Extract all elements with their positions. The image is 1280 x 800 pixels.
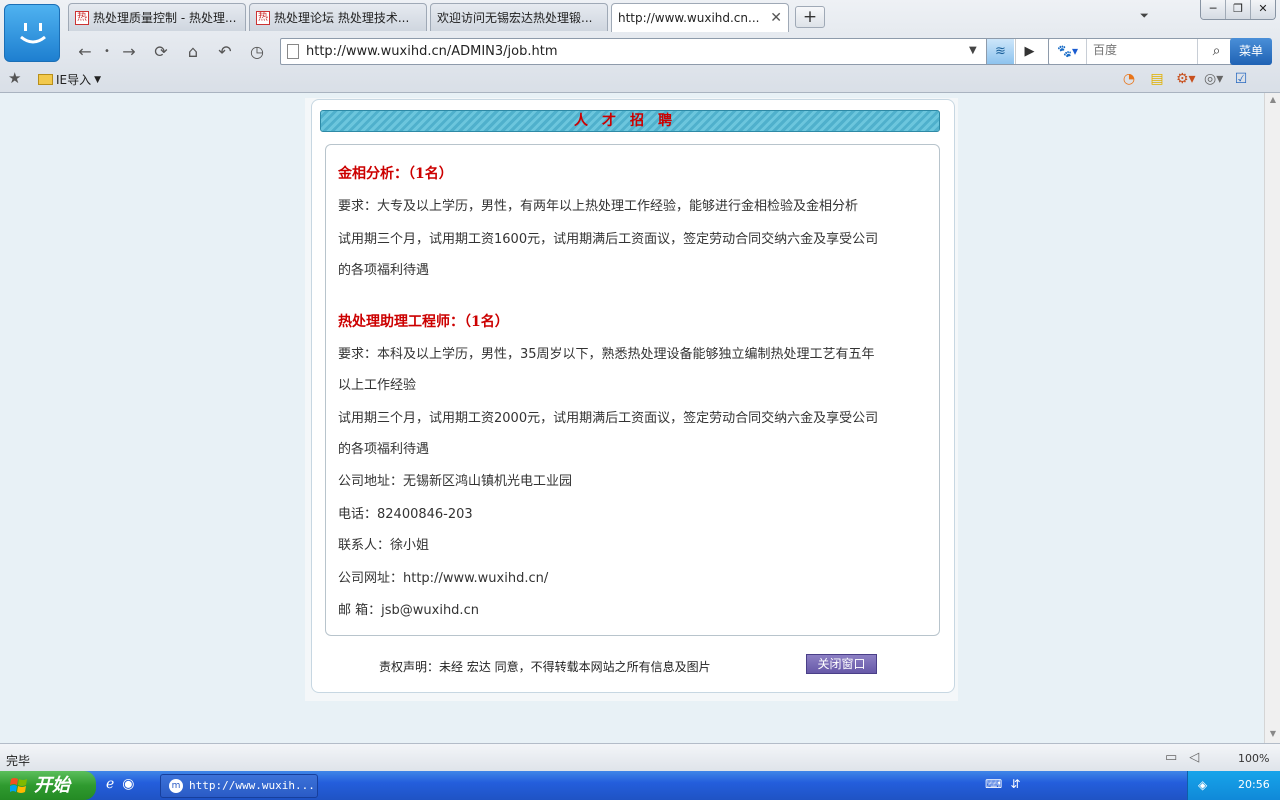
search-box: 🐾▾ ⌕ bbox=[1048, 38, 1236, 65]
status-icons: ▭ ◁ bbox=[1165, 750, 1199, 765]
chevron-down-icon: ▼ bbox=[94, 74, 102, 85]
url-text[interactable]: http://www.wuxihd.cn/ADMIN3/job.htm bbox=[306, 44, 558, 59]
status-bar: 完毕 ▭ ◁ 100% bbox=[0, 743, 1280, 771]
contact-person: 联系人：徐小姐 bbox=[338, 538, 430, 553]
job-title-assistant-engineer: 热处理助理工程师：（1名） bbox=[338, 314, 509, 330]
job-title-metallography: 金相分析：（1名） bbox=[338, 166, 453, 182]
contact-email: 邮 箱：jsb@wuxihd.cn bbox=[338, 603, 479, 618]
tab-list-dropdown-icon[interactable]: ⏷ bbox=[1140, 9, 1149, 23]
tray-app-icon[interactable]: ◈ bbox=[1198, 778, 1207, 792]
task-label: http://www.wuxih... bbox=[189, 779, 315, 792]
tab-strip: 热 热处理质量控制 - 热处理... 热 热处理论坛 热处理技术... 欢迎访问… bbox=[68, 3, 792, 32]
menu-button[interactable]: 菜单 bbox=[1230, 38, 1272, 65]
restore-icon[interactable]: ❐ bbox=[1226, 0, 1251, 19]
tools-icon[interactable]: ⚙▾ bbox=[1176, 70, 1196, 88]
status-text: 完毕 bbox=[6, 754, 31, 768]
job-panel: 人才招聘 金相分析：（1名） 要求：大专及以上学历，男性，有两年以上热处理工作经… bbox=[311, 99, 955, 693]
tab-welcome-wuxi-hongda[interactable]: 欢迎访问无锡宏达热处理锻... bbox=[430, 3, 608, 31]
ie-quicklaunch-icon[interactable]: ℯ bbox=[106, 776, 114, 792]
speaker-icon[interactable]: ◁ bbox=[1189, 750, 1199, 765]
job-line: 的各项福利待遇 bbox=[338, 442, 430, 457]
new-tab-button[interactable]: + bbox=[795, 6, 825, 28]
tab-label: http://www.wuxihd.cn... bbox=[618, 11, 760, 25]
job-line: 试用期三个月，试用期工资2000元，试用期满后工资面议，签定劳动合同交纳六金及享… bbox=[338, 411, 879, 426]
rss-icon[interactable]: ◔ bbox=[1120, 70, 1138, 88]
job-line: 要求：大专及以上学历，男性，有两年以上热处理工作经验，能够进行金相检验及金相分析 bbox=[338, 199, 859, 214]
scroll-down-icon[interactable]: ▼ bbox=[1267, 729, 1279, 741]
clock: 20:56 bbox=[1238, 778, 1270, 791]
history-clock-icon[interactable]: ◷ bbox=[244, 40, 270, 64]
favorites-folder-ie-import[interactable]: IE导入 ▼ bbox=[38, 71, 101, 88]
start-label: 开始 bbox=[34, 775, 70, 796]
tab-heat-treatment-quality[interactable]: 热 热处理质量控制 - 热处理... bbox=[68, 3, 246, 31]
forward-arrow-icon[interactable]: → bbox=[116, 40, 142, 64]
screenshot-icon[interactable]: ◎▾ bbox=[1204, 70, 1223, 88]
zoom-level[interactable]: 100% bbox=[1238, 752, 1269, 765]
browser-chrome: 热 热处理质量控制 - 热处理... 热 热处理论坛 热处理技术... 欢迎访问… bbox=[0, 0, 1280, 93]
job-content-box: 金相分析：（1名） 要求：大专及以上学历，男性，有两年以上热处理工作经验，能够进… bbox=[325, 144, 940, 636]
search-input[interactable] bbox=[1093, 43, 1193, 57]
close-window-button[interactable]: 关闭窗口 bbox=[806, 654, 877, 674]
refresh-icon[interactable]: ⟳ bbox=[148, 40, 174, 64]
panel-title-bar: 人才招聘 bbox=[320, 110, 940, 132]
address-dropdown-icon[interactable]: ▼ bbox=[969, 45, 977, 56]
language-bar: ⌨ ⇵ bbox=[985, 777, 1020, 791]
page-status-icon[interactable]: ▭ bbox=[1165, 750, 1177, 765]
close-window-icon[interactable]: ✕ bbox=[1251, 0, 1275, 19]
window-controls: ─ ❐ ✕ bbox=[1200, 0, 1276, 20]
contact-address: 公司地址：无锡新区鸿山镇机光电工业园 bbox=[338, 474, 573, 489]
minimize-icon[interactable]: ─ bbox=[1201, 0, 1226, 19]
page-title: 人才招聘 bbox=[574, 113, 686, 129]
security-icon[interactable]: ☑ bbox=[1232, 70, 1250, 88]
address-bar[interactable]: http://www.wuxihd.cn/ADMIN3/job.htm ▼ ≋ … bbox=[280, 38, 1106, 65]
job-line: 的各项福利待遇 bbox=[338, 263, 430, 278]
search-engine-paw-icon[interactable]: 🐾▾ bbox=[1049, 39, 1087, 64]
folder-icon bbox=[38, 74, 53, 85]
scroll-up-icon[interactable]: ▲ bbox=[1267, 95, 1279, 107]
taskbar-window-button[interactable]: m http://www.wuxih... bbox=[160, 774, 318, 798]
folder-label: IE导入 bbox=[56, 73, 92, 87]
vertical-scrollbar[interactable]: ▲ ▼ bbox=[1264, 93, 1280, 743]
job-line: 以上工作经验 bbox=[338, 378, 417, 393]
site-favicon-icon: 热 bbox=[75, 10, 89, 25]
tab-active-job-page[interactable]: http://www.wuxihd.cn... ✕ bbox=[611, 3, 789, 32]
tab-label: 热处理论坛 热处理技术... bbox=[274, 11, 410, 25]
keyboard-icon[interactable]: ⌨ bbox=[985, 777, 1002, 791]
tab-close-icon[interactable]: ✕ bbox=[770, 10, 782, 26]
tab-label: 欢迎访问无锡宏达热处理锻... bbox=[437, 11, 593, 25]
tab-label: 热处理质量控制 - 热处理... bbox=[93, 11, 237, 25]
start-button[interactable]: 开始 bbox=[0, 771, 96, 800]
windows-logo-icon bbox=[10, 778, 27, 793]
page-viewport: 人才招聘 金相分析：（1名） 要求：大专及以上学历，男性，有两年以上热处理工作经… bbox=[0, 93, 1280, 743]
go-arrow-icon[interactable]: ▶ bbox=[1015, 39, 1043, 64]
browser-quicklaunch-icon[interactable]: ◉ bbox=[122, 776, 134, 792]
browser-logo-icon[interactable] bbox=[4, 4, 60, 62]
home-icon[interactable]: ⌂ bbox=[180, 40, 206, 64]
toolbar-right-icons: ◔ ▤ ⚙▾ ◎▾ ☑ bbox=[1120, 70, 1250, 88]
job-line: 试用期三个月，试用期工资1600元，试用期满后工资面议，签定劳动合同交纳六金及享… bbox=[338, 232, 879, 247]
system-tray: ◈ 20:56 bbox=[1187, 771, 1280, 800]
tab-heat-treatment-forum[interactable]: 热 热处理论坛 热处理技术... bbox=[249, 3, 427, 31]
favorites-bar: ★ IE导入 ▼ ◔ ▤ ⚙▾ ◎▾ ☑ bbox=[0, 67, 1280, 92]
quick-launch: ℯ ◉ bbox=[106, 776, 135, 792]
navigation-row: ← • → ⟳ ⌂ ↶ ◷ http://www.wuxihd.cn/ADMIN… bbox=[64, 36, 1280, 66]
copyright-note: 责权声明：未经 宏达 同意，不得转载本网站之所有信息及图片 bbox=[379, 660, 711, 674]
notes-icon[interactable]: ▤ bbox=[1148, 70, 1166, 88]
windows-taskbar: 开始 ℯ ◉ m http://www.wuxih... ⌨ ⇵ ◈ 20:56 bbox=[0, 771, 1280, 800]
undo-icon[interactable]: ↶ bbox=[212, 40, 238, 64]
site-favicon-icon: 热 bbox=[256, 10, 270, 25]
contact-website: 公司网址：http://www.wuxihd.cn/ bbox=[338, 571, 549, 586]
job-line: 要求：本科及以上学历，男性，35周岁以下，熟悉热处理设备能够独立编制热处理工艺有… bbox=[338, 347, 875, 362]
compat-mode-icon[interactable]: ≋ bbox=[986, 39, 1014, 64]
contact-phone: 电话：82400846-203 bbox=[338, 507, 473, 522]
restore-langbar-icon[interactable]: ⇵ bbox=[1010, 777, 1020, 791]
favorites-star-icon[interactable]: ★ bbox=[8, 69, 21, 87]
page-icon bbox=[287, 44, 299, 59]
browser-task-icon: m bbox=[169, 779, 183, 793]
